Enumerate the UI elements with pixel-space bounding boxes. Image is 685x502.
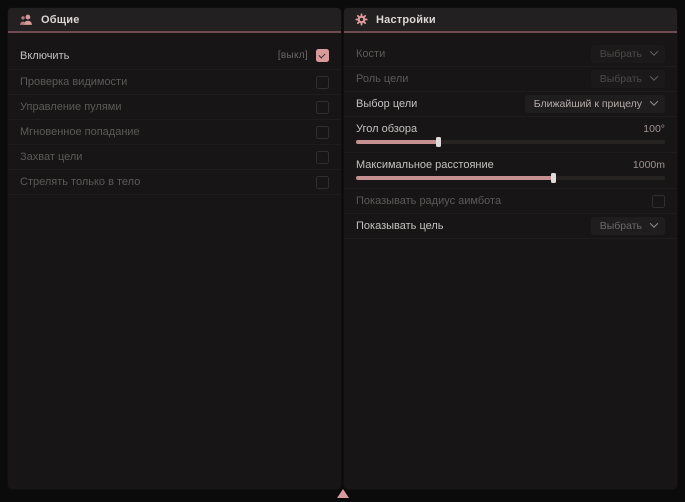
toggle-label: Стрелять только в тело: [20, 176, 140, 188]
general-panel: Общие Включить [выкл] Проверка видимости…: [8, 8, 341, 489]
fov-slider-track[interactable]: [356, 140, 665, 144]
toggle-row-body-only[interactable]: Стрелять только в тело: [8, 170, 341, 195]
gear-icon: [355, 13, 368, 26]
slider-label: Максимальное расстояние: [356, 159, 494, 171]
toggle-row-target-lock[interactable]: Захват цели: [8, 145, 341, 170]
target-selection-dropdown[interactable]: Ближайший к прицелу: [525, 95, 665, 113]
select-label: Кости: [356, 48, 385, 60]
select-row-show-target: Показывать цель Выбрать: [344, 214, 677, 239]
select-label: Роль цели: [356, 73, 408, 85]
dropdown-value: Выбрать: [600, 220, 642, 232]
select-label: Выбор цели: [356, 98, 417, 110]
toggle-label: Захват цели: [20, 151, 82, 163]
dropdown-value: Выбрать: [600, 48, 642, 60]
chevron-down-icon: [650, 47, 658, 55]
bones-dropdown[interactable]: Выбрать: [591, 45, 665, 63]
slider-row-fov: Угол обзора 100°: [344, 117, 677, 153]
toggle-row-bullet-control[interactable]: Управление пулями: [8, 95, 341, 120]
select-row-bones: Кости Выбрать: [344, 42, 677, 67]
slider-row-max-distance: Максимальное расстояние 1000m: [344, 153, 677, 189]
settings-panel: Настройки Кости Выбрать Роль цели Выбрат…: [344, 8, 677, 489]
game-settings-overlay: { "colors": { "accent": "#d89a9a", "divi…: [0, 0, 685, 502]
toggle-row-visibility-check[interactable]: Проверка видимости: [8, 70, 341, 95]
game-cursor-triangle: [337, 489, 349, 498]
slider-value: 1000m: [633, 159, 665, 171]
chevron-down-icon: [650, 72, 658, 80]
general-panel-body: Включить [выкл] Проверка видимости Управ…: [8, 33, 341, 195]
slider-label: Угол обзора: [356, 123, 417, 135]
chevron-down-icon: [650, 219, 658, 227]
instant-hit-checkbox[interactable]: [316, 126, 329, 139]
chevron-down-icon: [650, 97, 658, 105]
show-target-dropdown[interactable]: Выбрать: [591, 217, 665, 235]
body-only-checkbox[interactable]: [316, 176, 329, 189]
toggle-row-instant-hit[interactable]: Мгновенное попадание: [8, 120, 341, 145]
toggle-label: Управление пулями: [20, 101, 122, 113]
max-distance-slider-track[interactable]: [356, 176, 665, 180]
toggle-row-enable[interactable]: Включить [выкл]: [8, 42, 341, 70]
settings-panel-header: Настройки: [344, 8, 677, 31]
settings-panel-body: Кости Выбрать Роль цели Выбрать Выбор це…: [344, 33, 677, 239]
visibility-check-checkbox[interactable]: [316, 76, 329, 89]
settings-panel-title: Настройки: [376, 14, 436, 26]
toggle-label: Мгновенное попадание: [20, 126, 140, 138]
max-distance-slider-thumb[interactable]: [551, 173, 556, 183]
enable-checkbox[interactable]: [316, 49, 329, 62]
dropdown-value: Выбрать: [600, 73, 642, 85]
toggle-label: Проверка видимости: [20, 76, 127, 88]
select-row-target-selection: Выбор цели Ближайший к прицелу: [344, 92, 677, 117]
toggle-row-show-aimbot-radius[interactable]: Показывать радиус аимбота: [344, 189, 677, 214]
general-panel-header: Общие: [8, 8, 341, 31]
slider-fill: [356, 140, 439, 144]
users-icon: [19, 13, 33, 27]
select-row-target-role: Роль цели Выбрать: [344, 67, 677, 92]
target-role-dropdown[interactable]: Выбрать: [591, 70, 665, 88]
general-panel-title: Общие: [41, 14, 80, 26]
toggle-label: Показывать радиус аимбота: [356, 195, 501, 207]
dropdown-value: Ближайший к прицелу: [534, 98, 642, 110]
slider-value: 100°: [643, 123, 665, 135]
slider-fill: [356, 176, 554, 180]
target-lock-checkbox[interactable]: [316, 151, 329, 164]
bullet-control-checkbox[interactable]: [316, 101, 329, 114]
hotkey-state-tag: [выкл]: [278, 50, 308, 61]
fov-slider-thumb[interactable]: [436, 137, 441, 147]
select-label: Показывать цель: [356, 220, 444, 232]
toggle-label: Включить: [20, 50, 69, 62]
show-aimbot-radius-checkbox[interactable]: [652, 195, 665, 208]
